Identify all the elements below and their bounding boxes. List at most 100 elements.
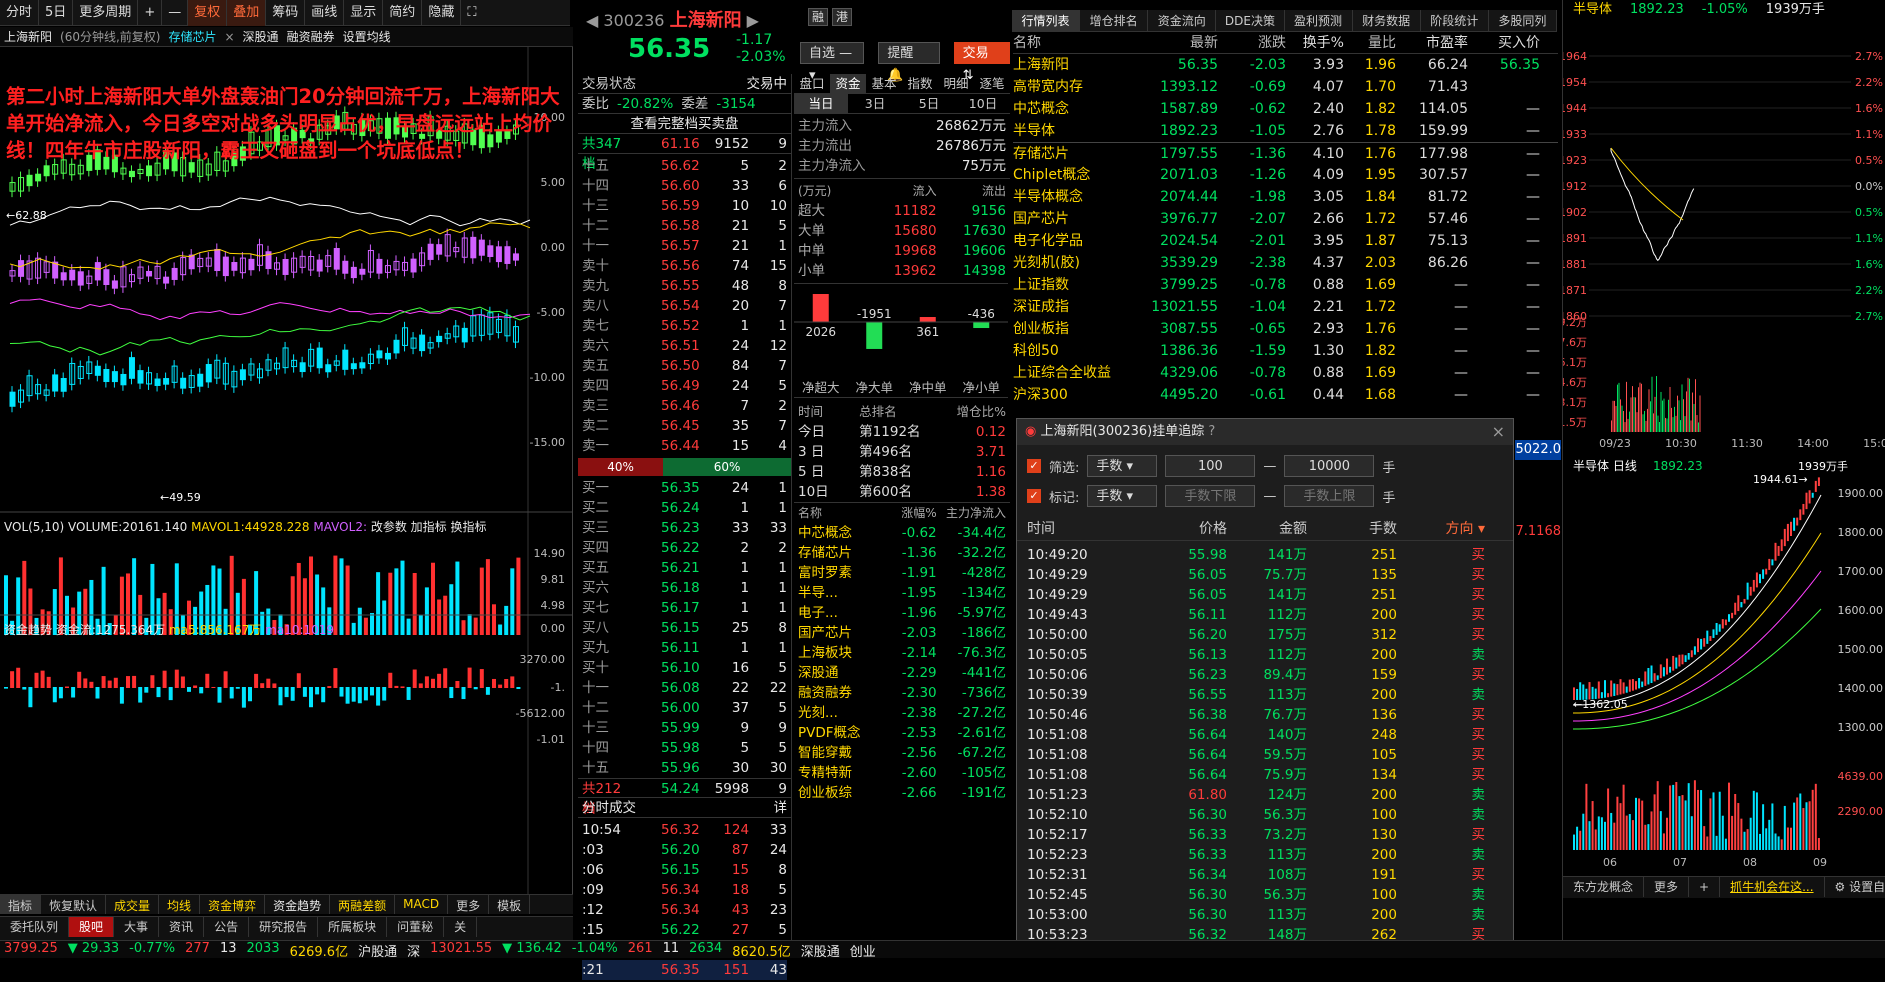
close-icon[interactable]: ×: [1492, 419, 1513, 445]
simple-button[interactable]: 简约: [383, 0, 422, 26]
toolbar-more-period[interactable]: 更多周期: [73, 0, 138, 26]
sector-row[interactable]: 富时罗素 -1.91 -428亿: [798, 563, 1006, 583]
mark-unit-select[interactable]: 手数 ▾: [1087, 485, 1157, 507]
tab-margin[interactable]: 两融差额: [330, 895, 395, 914]
fullscreen-icon[interactable]: ⛶: [461, 0, 482, 26]
tab-fund-game[interactable]: 资金博弈: [200, 895, 265, 914]
sector-row[interactable]: 深股通 -2.29 -441亿: [798, 663, 1006, 683]
tab-events[interactable]: 大事: [114, 917, 159, 937]
trade-button[interactable]: 交易 ⇅: [954, 42, 1010, 64]
alert-button[interactable]: 提醒 🔔: [878, 42, 939, 64]
market-row[interactable]: 国产芯片 3976.77 -2.07 2.66 1.72 57.46 —: [1013, 208, 1558, 230]
tab-concept[interactable]: 东方龙概念: [1563, 877, 1644, 897]
draw-button[interactable]: 画线: [305, 0, 344, 26]
ask-row[interactable]: 十二 56.58 21 5: [582, 216, 787, 236]
tab-fund-trend[interactable]: 资金趋势: [265, 895, 330, 914]
market-row[interactable]: 半导体概念 2074.44 -1.98 3.05 1.84 81.72 —: [1013, 186, 1558, 208]
add-watchlist-button[interactable]: 自选 —▾: [800, 42, 864, 64]
bid-row[interactable]: 十一 56.08 22 22: [582, 678, 787, 698]
bid-row[interactable]: 买二 56.24 1 1: [582, 498, 787, 518]
tab-news[interactable]: 资讯: [159, 917, 204, 937]
chip-button[interactable]: 筹码: [266, 0, 305, 26]
direction-sort[interactable]: 方向 ▾: [1397, 517, 1485, 540]
bid-row[interactable]: 买七 56.17 1 1: [582, 598, 787, 618]
sector-row[interactable]: 国产芯片 -2.03 -186亿: [798, 623, 1006, 643]
market-tab[interactable]: 盈利预测: [1285, 10, 1353, 31]
ask-row[interactable]: 十三 56.59 10 10: [582, 196, 787, 216]
bid-row[interactable]: 买一 56.35 24 1: [582, 478, 787, 498]
toolbar-timeshare[interactable]: 分时: [0, 0, 39, 26]
sector-row[interactable]: 专精特新 -2.60 -105亿: [798, 763, 1006, 783]
prev-stock-icon[interactable]: ◀: [586, 11, 598, 30]
sector-row[interactable]: 存储芯片 -1.36 -32.2亿: [798, 543, 1006, 563]
sector-row[interactable]: 融资融券 -2.30 -736亿: [798, 683, 1006, 703]
sector-row[interactable]: 电子... -1.96 -5.97亿: [798, 603, 1006, 623]
ask-row[interactable]: 卖七 56.52 1 1: [582, 316, 787, 336]
bid-row[interactable]: 十三 55.99 9 9: [582, 718, 787, 738]
tab-close[interactable]: 关: [444, 917, 477, 937]
market-tab[interactable]: 财务数据: [1353, 10, 1421, 31]
ask-row[interactable]: 卖三 56.46 7 2: [582, 396, 787, 416]
fund-tab[interactable]: 盘口: [794, 74, 830, 93]
day-tab[interactable]: 当日: [794, 94, 848, 113]
bid-row[interactable]: 十五 55.96 30 30: [582, 758, 787, 778]
tab-research[interactable]: 研究报告: [249, 917, 318, 937]
market-row[interactable]: 沪深300 4495.20 -0.61 0.44 1.68 — —: [1013, 384, 1558, 406]
ask-row[interactable]: 卖八 56.54 20 7: [582, 296, 787, 316]
mark-min-input[interactable]: 手数下限: [1165, 485, 1255, 507]
vol-add-indicator[interactable]: 加指标: [411, 520, 447, 534]
toolbar-5day[interactable]: 5日: [39, 0, 73, 26]
ask-row[interactable]: 卖六 56.51 24 12: [582, 336, 787, 356]
market-row[interactable]: 创业板指 3087.55 -0.65 2.93 1.76— —: [1013, 318, 1558, 340]
bid-row[interactable]: 买九 56.11 1 1: [582, 638, 787, 658]
sector-row[interactable]: 智能穿戴 -2.56 -67.2亿: [798, 743, 1006, 763]
bid-row[interactable]: 买五 56.21 1 1: [582, 558, 787, 578]
tab-guba[interactable]: 股吧: [69, 917, 114, 937]
day-tab[interactable]: 5日: [902, 94, 956, 113]
fund-tab[interactable]: 资金: [830, 74, 866, 93]
help-icon[interactable]: ?: [1208, 424, 1215, 439]
fund-tab[interactable]: 明细: [938, 74, 974, 93]
market-row[interactable]: 深证成指 13021.55 -1.04 2.21 1.72 — —: [1013, 296, 1558, 318]
market-tab[interactable]: 资金流向: [1148, 10, 1216, 31]
tab-notice[interactable]: 公告: [204, 917, 249, 937]
ask-row[interactable]: 卖二 56.45 35 7: [582, 416, 787, 436]
sgt-link[interactable]: 深股通: [801, 941, 840, 958]
tab-macd[interactable]: MACD: [395, 895, 448, 914]
hide-button[interactable]: 隐藏: [422, 0, 461, 26]
day-tab[interactable]: 10日: [956, 94, 1010, 113]
bid-row[interactable]: 买四 56.22 2 2: [582, 538, 787, 558]
market-tab[interactable]: 多股同列: [1489, 10, 1557, 31]
tab-ask-secretary[interactable]: 问董秘: [387, 917, 444, 937]
bid-row[interactable]: 十二 56.00 37 5: [582, 698, 787, 718]
zoom-in-button[interactable]: +: [138, 0, 162, 26]
bid-row[interactable]: 买八 56.15 25 8: [582, 618, 787, 638]
market-tab[interactable]: 阶段统计: [1421, 10, 1489, 31]
market-row[interactable]: 上证综合全收益 4329.06 -0.78 0.88 1.69— —: [1013, 362, 1558, 384]
market-row[interactable]: 上海新阳 56.35 -2.03 3.93 1.96 66.24 56.35: [1013, 54, 1558, 76]
mark-checkbox[interactable]: ✓: [1027, 489, 1041, 503]
ask-row[interactable]: 卖四 56.49 24 5: [582, 376, 787, 396]
sector-row[interactable]: 创业板综 -2.66 -191亿: [798, 783, 1006, 803]
hgt-link[interactable]: 沪股通: [358, 941, 397, 958]
sector-row[interactable]: 半导... -1.95 -134亿: [798, 583, 1006, 603]
tab-restore[interactable]: 恢复默认: [41, 895, 106, 914]
sector-row[interactable]: 光刻... -2.38 -27.2亿: [798, 703, 1006, 723]
tab-template[interactable]: 模板: [489, 895, 530, 914]
overlay-button[interactable]: 叠加: [227, 0, 266, 26]
bid-row[interactable]: 买十 56.10 16 5: [582, 658, 787, 678]
market-row[interactable]: 存储芯片 1797.55 -1.36 4.10 1.76 177.98 —: [1013, 142, 1558, 164]
market-row[interactable]: 高带宽内存 1393.12 -0.69 4.07 1.70 71.43: [1013, 76, 1558, 98]
tab-add[interactable]: +: [1689, 877, 1720, 897]
vol-edit-params[interactable]: 改参数: [371, 520, 407, 534]
market-row[interactable]: Chiplet概念 2071.03 -1.26 4.09 1.95 307.57 —: [1013, 164, 1558, 186]
ask-row[interactable]: 卖一 56.44 15 4: [582, 436, 787, 456]
full-book-link[interactable]: 查看完整档买卖盘: [578, 114, 791, 134]
ask-row[interactable]: 十五 56.62 5 2: [582, 156, 787, 176]
ask-row[interactable]: 卖五 56.50 84 7: [582, 356, 787, 376]
tab-more[interactable]: 更多: [448, 895, 489, 914]
fund-indicator-name[interactable]: 资金趋势: [4, 623, 52, 637]
ask-row[interactable]: 卖十 56.56 74 15: [582, 256, 787, 276]
sector-row[interactable]: 上海板块 -2.14 -76.3亿: [798, 643, 1006, 663]
ask-row[interactable]: 十一 56.57 21 1: [582, 236, 787, 256]
